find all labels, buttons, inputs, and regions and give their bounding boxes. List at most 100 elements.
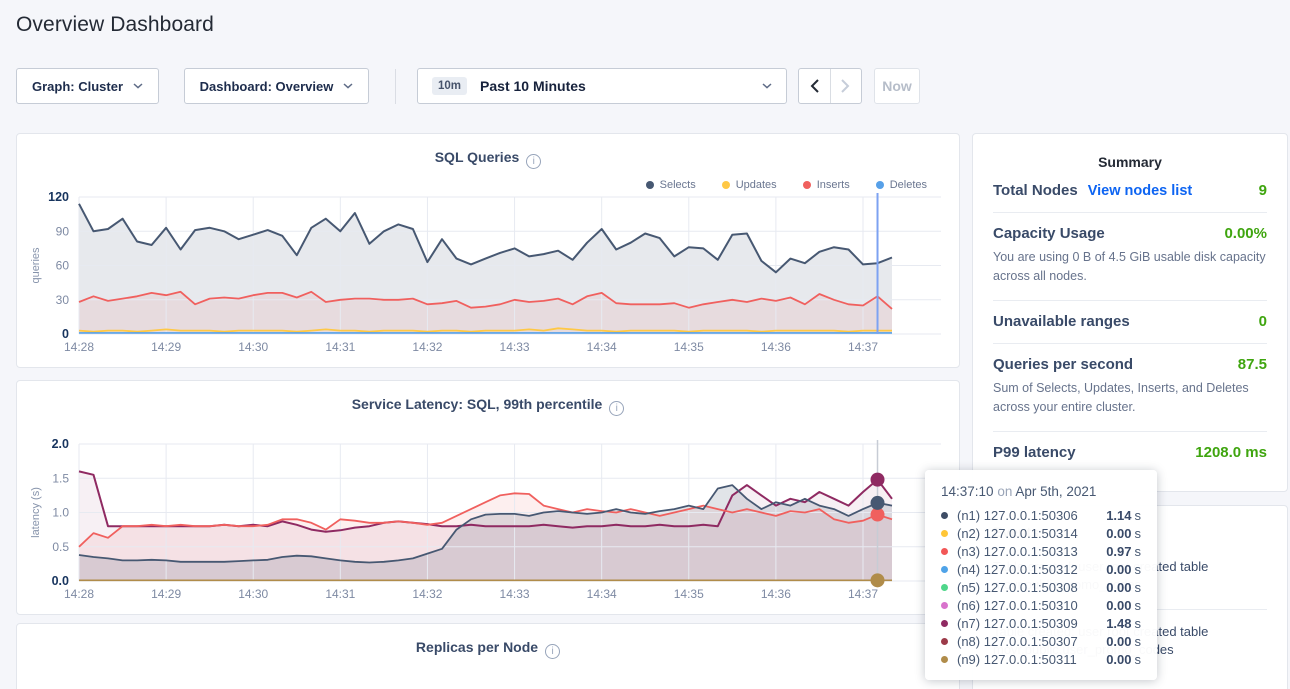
service-latency-panel: Service Latency: SQL, 99th percentilei 0… xyxy=(16,380,960,615)
node-latency-unit: s xyxy=(1135,652,1142,667)
legend-item-updates[interactable]: Updates xyxy=(722,179,777,191)
qps-value: 87.5 xyxy=(1238,356,1267,373)
node-latency-value: 0.00 xyxy=(1106,598,1131,613)
svg-text:14:34: 14:34 xyxy=(587,340,617,354)
dashboard-dropdown[interactable]: Dashboard: Overview xyxy=(184,68,369,104)
node-latency-value: 0.00 xyxy=(1106,562,1131,577)
time-range-badge: 10m xyxy=(432,77,467,95)
page-title: Overview Dashboard xyxy=(16,13,214,37)
graph-dropdown-label: Graph: Cluster xyxy=(32,79,123,94)
tooltip-node-row: (n7) 127.0.0.1:503091.48s xyxy=(941,614,1141,632)
node-color-dot-icon xyxy=(941,620,948,627)
p99-latency-label: P99 latency xyxy=(993,444,1076,461)
total-nodes-value: 9 xyxy=(1259,182,1267,199)
svg-text:0: 0 xyxy=(62,327,69,341)
node-latency-value: 0.00 xyxy=(1106,634,1131,649)
svg-text:60: 60 xyxy=(56,259,70,273)
time-range-selector[interactable]: 10m Past 10 Minutes xyxy=(417,68,787,104)
sql-queries-title: SQL Queriesi xyxy=(17,149,959,169)
graph-dropdown[interactable]: Graph: Cluster xyxy=(16,68,159,104)
summary-row-qps: Queries per second 87.5 Sum of Selects, … xyxy=(993,344,1267,432)
node-latency-value: 0.97 xyxy=(1106,544,1131,559)
svg-text:14:29: 14:29 xyxy=(151,340,181,354)
replicas-per-node-title: Replicas per Nodei xyxy=(17,639,959,659)
now-button-label: Now xyxy=(882,78,912,94)
summary-row-unavailable-ranges: Unavailable ranges 0 xyxy=(993,301,1267,344)
svg-text:14:29: 14:29 xyxy=(151,587,181,601)
svg-text:14:34: 14:34 xyxy=(587,587,617,601)
legend-item-inserts[interactable]: Inserts xyxy=(803,179,850,191)
node-color-dot-icon xyxy=(941,566,948,573)
svg-text:14:37: 14:37 xyxy=(848,587,878,601)
tooltip-node-row: (n2) 127.0.0.1:503140.00s xyxy=(941,524,1141,542)
node-latency-value: 0.00 xyxy=(1106,526,1131,541)
summary-title: Summary xyxy=(973,134,1287,170)
capacity-usage-value: 0.00% xyxy=(1224,225,1267,242)
time-nav-buttons xyxy=(798,68,862,104)
svg-text:0.5: 0.5 xyxy=(52,540,69,554)
info-icon[interactable]: i xyxy=(545,644,560,659)
svg-text:30: 30 xyxy=(56,293,70,307)
svg-text:14:30: 14:30 xyxy=(238,340,268,354)
node-color-dot-icon xyxy=(941,602,948,609)
legend-item-selects[interactable]: Selects xyxy=(646,179,696,191)
node-latency-unit: s xyxy=(1135,508,1142,523)
node-color-dot-icon xyxy=(941,548,948,555)
node-latency-unit: s xyxy=(1135,634,1142,649)
legend-dot-icon xyxy=(876,181,884,189)
node-address: (n6) 127.0.0.1:50310 xyxy=(957,598,1106,613)
node-address: (n3) 127.0.0.1:50313 xyxy=(957,544,1106,559)
legend-label: Selects xyxy=(660,179,696,191)
svg-text:14:30: 14:30 xyxy=(238,587,268,601)
summary-panel: Summary Total Nodes View nodes list 9 Ca… xyxy=(972,133,1288,492)
total-nodes-label: Total Nodes xyxy=(993,182,1078,199)
sql-queries-panel: SQL Queriesi Selects Updates Inserts Delete… xyxy=(16,133,960,368)
node-latency-unit: s xyxy=(1135,562,1142,577)
svg-text:0.0: 0.0 xyxy=(52,574,69,588)
tooltip-timestamp: 14:37:10 on Apr 5th, 2021 xyxy=(941,484,1141,499)
info-icon[interactable]: i xyxy=(526,154,541,169)
node-address: (n1) 127.0.0.1:50306 xyxy=(957,508,1106,523)
sql-queries-legend: Selects Updates Inserts Deletes xyxy=(646,179,927,191)
now-button[interactable]: Now xyxy=(874,68,920,104)
svg-text:14:32: 14:32 xyxy=(412,340,442,354)
node-color-dot-icon xyxy=(941,584,948,591)
svg-text:14:33: 14:33 xyxy=(500,587,530,601)
svg-text:1.0: 1.0 xyxy=(52,506,69,520)
summary-row-p99-latency: P99 latency 1208.0 ms xyxy=(993,432,1267,474)
chart-hover-tooltip: 14:37:10 on Apr 5th, 2021 (n1) 127.0.0.1… xyxy=(925,470,1157,680)
svg-text:queries: queries xyxy=(30,247,42,284)
info-icon[interactable]: i xyxy=(609,401,624,416)
node-latency-unit: s xyxy=(1135,616,1142,631)
unavailable-ranges-label: Unavailable ranges xyxy=(993,313,1130,330)
legend-item-deletes[interactable]: Deletes xyxy=(876,179,927,191)
view-nodes-list-link[interactable]: View nodes list xyxy=(1088,183,1193,199)
legend-dot-icon xyxy=(646,181,654,189)
overview-dashboard-page: Overview Dashboard Graph: Cluster Dashbo… xyxy=(0,0,1290,689)
chevron-left-icon xyxy=(810,79,819,93)
svg-text:14:31: 14:31 xyxy=(325,340,355,354)
node-color-dot-icon xyxy=(941,656,948,663)
capacity-usage-label: Capacity Usage xyxy=(993,225,1105,242)
tooltip-node-row: (n4) 127.0.0.1:503120.00s xyxy=(941,560,1141,578)
legend-dot-icon xyxy=(722,181,730,189)
legend-label: Inserts xyxy=(817,179,850,191)
tooltip-node-row: (n1) 127.0.0.1:503061.14s xyxy=(941,506,1141,524)
replicas-per-node-panel: Replicas per Nodei xyxy=(16,623,960,689)
tooltip-node-row: (n5) 127.0.0.1:503080.00 s xyxy=(941,578,1141,596)
chevron-down-icon xyxy=(343,83,353,89)
node-address: (n8) 127.0.0.1:50307 xyxy=(957,634,1106,649)
node-latency-value: 0.00 xyxy=(1106,580,1131,595)
capacity-usage-desc: You are using 0 B of 4.5 GiB usable disk… xyxy=(993,248,1267,287)
tooltip-node-row: (n6) 127.0.0.1:503100.00s xyxy=(941,596,1141,614)
node-latency-unit: s xyxy=(1135,544,1142,559)
node-latency-unit: s xyxy=(1135,580,1142,595)
time-next-button[interactable] xyxy=(831,69,862,103)
toolbar-divider xyxy=(395,69,396,104)
node-color-dot-icon xyxy=(941,638,948,645)
qps-desc: Sum of Selects, Updates, Inserts, and De… xyxy=(993,379,1267,418)
svg-text:14:37: 14:37 xyxy=(848,340,878,354)
time-prev-button[interactable] xyxy=(799,69,831,103)
node-address: (n5) 127.0.0.1:50308 xyxy=(957,580,1106,595)
svg-text:latency (s): latency (s) xyxy=(30,487,42,538)
